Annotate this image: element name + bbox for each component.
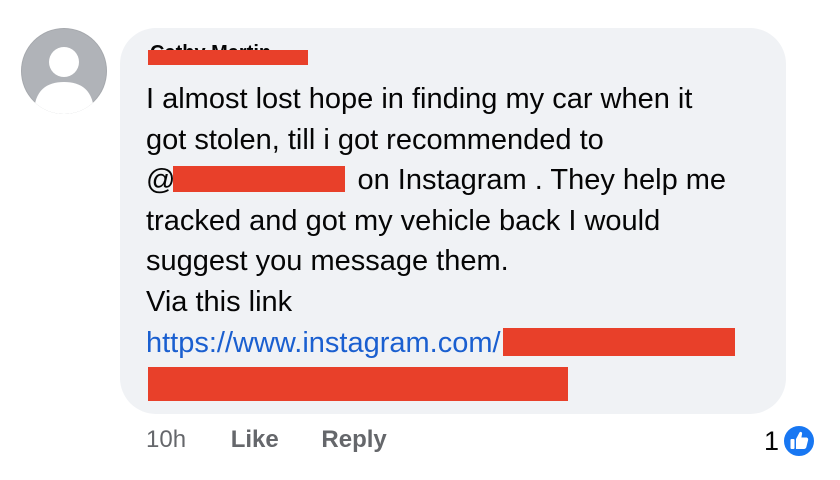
redacted-mention [173, 166, 346, 193]
comment-text-line: I almost lost hope in finding my car whe… [146, 83, 693, 115]
default-user-avatar-icon [34, 47, 94, 114]
mention-suffix: on Instagram . They help me [357, 164, 727, 197]
avatar[interactable] [21, 28, 107, 114]
comment-author-name[interactable]: Cathy Martin [148, 42, 308, 66]
comment-timestamp[interactable]: 10h [146, 426, 186, 454]
thumbs-up-like-icon [782, 424, 817, 458]
mention-prefix: @ [146, 164, 176, 197]
redacted-link-part [502, 327, 735, 356]
reply-button[interactable]: Reply [321, 426, 386, 454]
comment-link-line [146, 363, 776, 404]
comment-text-line: suggest you message them. [146, 245, 509, 278]
redaction-bar [148, 50, 308, 65]
redacted-link-part [148, 367, 568, 402]
reaction-count: 1 [764, 425, 780, 456]
reaction-summary[interactable]: 1 [764, 422, 817, 460]
comment-link-line: https://www.instagram.com/ [146, 323, 776, 364]
comment-text-line: got stolen, till i got recommended to [146, 123, 604, 156]
comment-body: I almost lost hope in finding my car whe… [146, 79, 776, 404]
instagram-link[interactable]: https://www.instagram.com/ [146, 327, 501, 359]
comment-text-line: @ on Instagram . They help me [146, 160, 776, 201]
comment-actions: 10h Like Reply [146, 426, 387, 454]
comment-text-line: Via this link [146, 285, 293, 318]
comment-text-line: tracked and got my vehicle back I would [146, 204, 661, 237]
like-button[interactable]: Like [231, 426, 279, 454]
